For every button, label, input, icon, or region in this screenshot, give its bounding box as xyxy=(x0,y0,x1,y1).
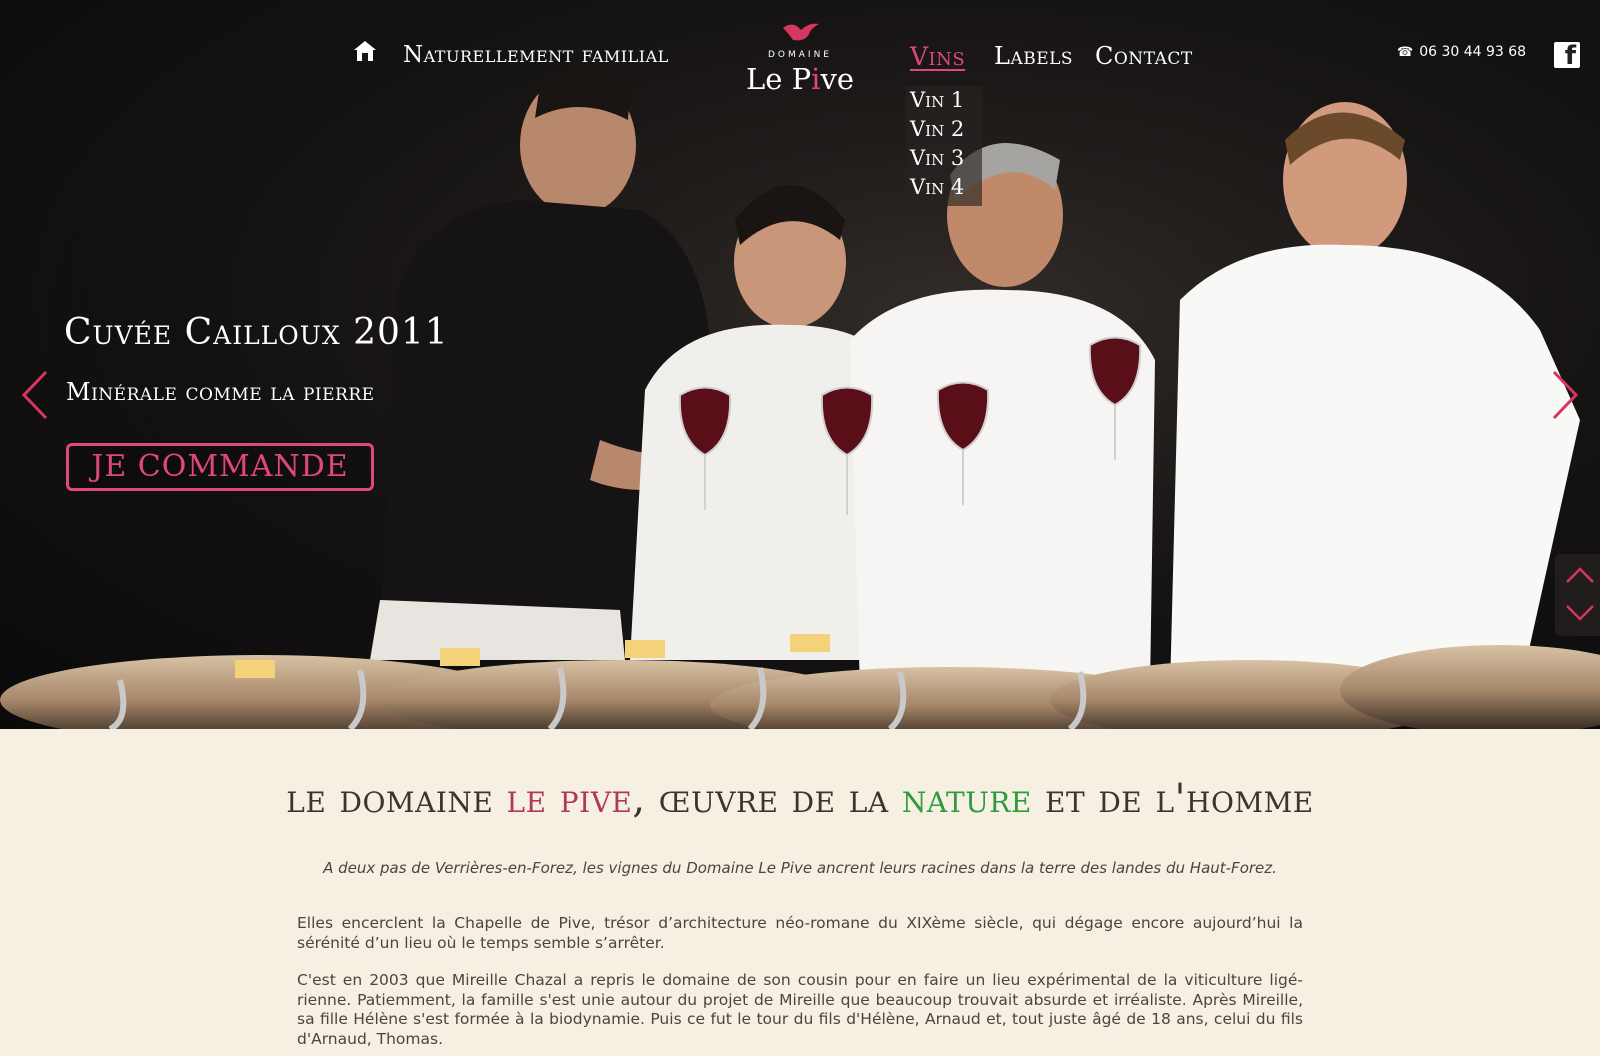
nav-labels[interactable]: Labels xyxy=(994,42,1073,70)
scroll-controls xyxy=(1555,554,1600,636)
logo-name: Le Pive xyxy=(745,62,855,96)
phone-contact[interactable]: ☎ 06 30 44 93 68 xyxy=(1397,44,1526,60)
paragraph-chapelle: Elles encerclent la Chapelle de Pive, tr… xyxy=(297,914,1303,952)
page-headline: le domaine le pive, œuvre de la nature e… xyxy=(0,776,1600,822)
headline-part3: et de l'homme xyxy=(1031,776,1314,822)
dropdown-item-vin-2[interactable]: Vin 2 xyxy=(910,117,964,141)
nav-vins[interactable]: Vins xyxy=(910,42,965,71)
bird-logo-icon xyxy=(783,23,819,41)
intro-text: A deux pas de Verrières-en-Forez, les vi… xyxy=(323,859,1277,877)
vins-dropdown-menu: Vin 1 Vin 2 Vin 3 Vin 4 xyxy=(906,86,982,206)
dropdown-item-vin-1[interactable]: Vin 1 xyxy=(910,88,964,112)
nav-naturellement-familial[interactable]: Naturellement familial xyxy=(403,42,669,68)
phone-icon: ☎ xyxy=(1397,45,1414,60)
headline-le-pive: le pive xyxy=(506,776,633,822)
logo[interactable]: DOMAINE Le Pive xyxy=(745,18,855,98)
facebook-icon[interactable]: f xyxy=(1554,41,1580,71)
headline-part1: le domaine xyxy=(286,776,507,822)
home-icon[interactable] xyxy=(352,38,378,64)
order-button[interactable]: JE COMMANDE xyxy=(66,443,374,491)
dropdown-item-vin-3[interactable]: Vin 3 xyxy=(910,146,964,170)
nav-contact[interactable]: Contact xyxy=(1095,42,1193,70)
slide-title: Cuvée Cailloux 2011 xyxy=(64,312,449,353)
dropdown-item-vin-4[interactable]: Vin 4 xyxy=(910,175,964,199)
paragraph-history: C'est en 2003 que Mireille Chazal a repr… xyxy=(297,971,1303,1048)
headline-nature: nature xyxy=(901,776,1032,822)
scroll-down-icon[interactable] xyxy=(1565,602,1595,624)
slide-subtitle: Minérale comme la pierre xyxy=(66,378,375,406)
logo-domaine: DOMAINE xyxy=(767,50,832,60)
prev-slide-arrow-icon[interactable] xyxy=(18,368,52,422)
hero-slider: Naturellement familial DOMAINE Le Pive V… xyxy=(0,0,1600,729)
headline-part2: , œuvre de la xyxy=(632,776,902,822)
next-slide-arrow-icon[interactable] xyxy=(1548,368,1582,422)
scroll-up-icon[interactable] xyxy=(1565,564,1595,586)
logo-name-part2: ve xyxy=(820,62,854,96)
logo-name-part1: Le P xyxy=(746,62,812,96)
phone-number: 06 30 44 93 68 xyxy=(1419,44,1527,60)
facebook-glyph: f xyxy=(1564,41,1576,71)
top-navigation: Naturellement familial DOMAINE Le Pive V… xyxy=(0,0,1600,206)
